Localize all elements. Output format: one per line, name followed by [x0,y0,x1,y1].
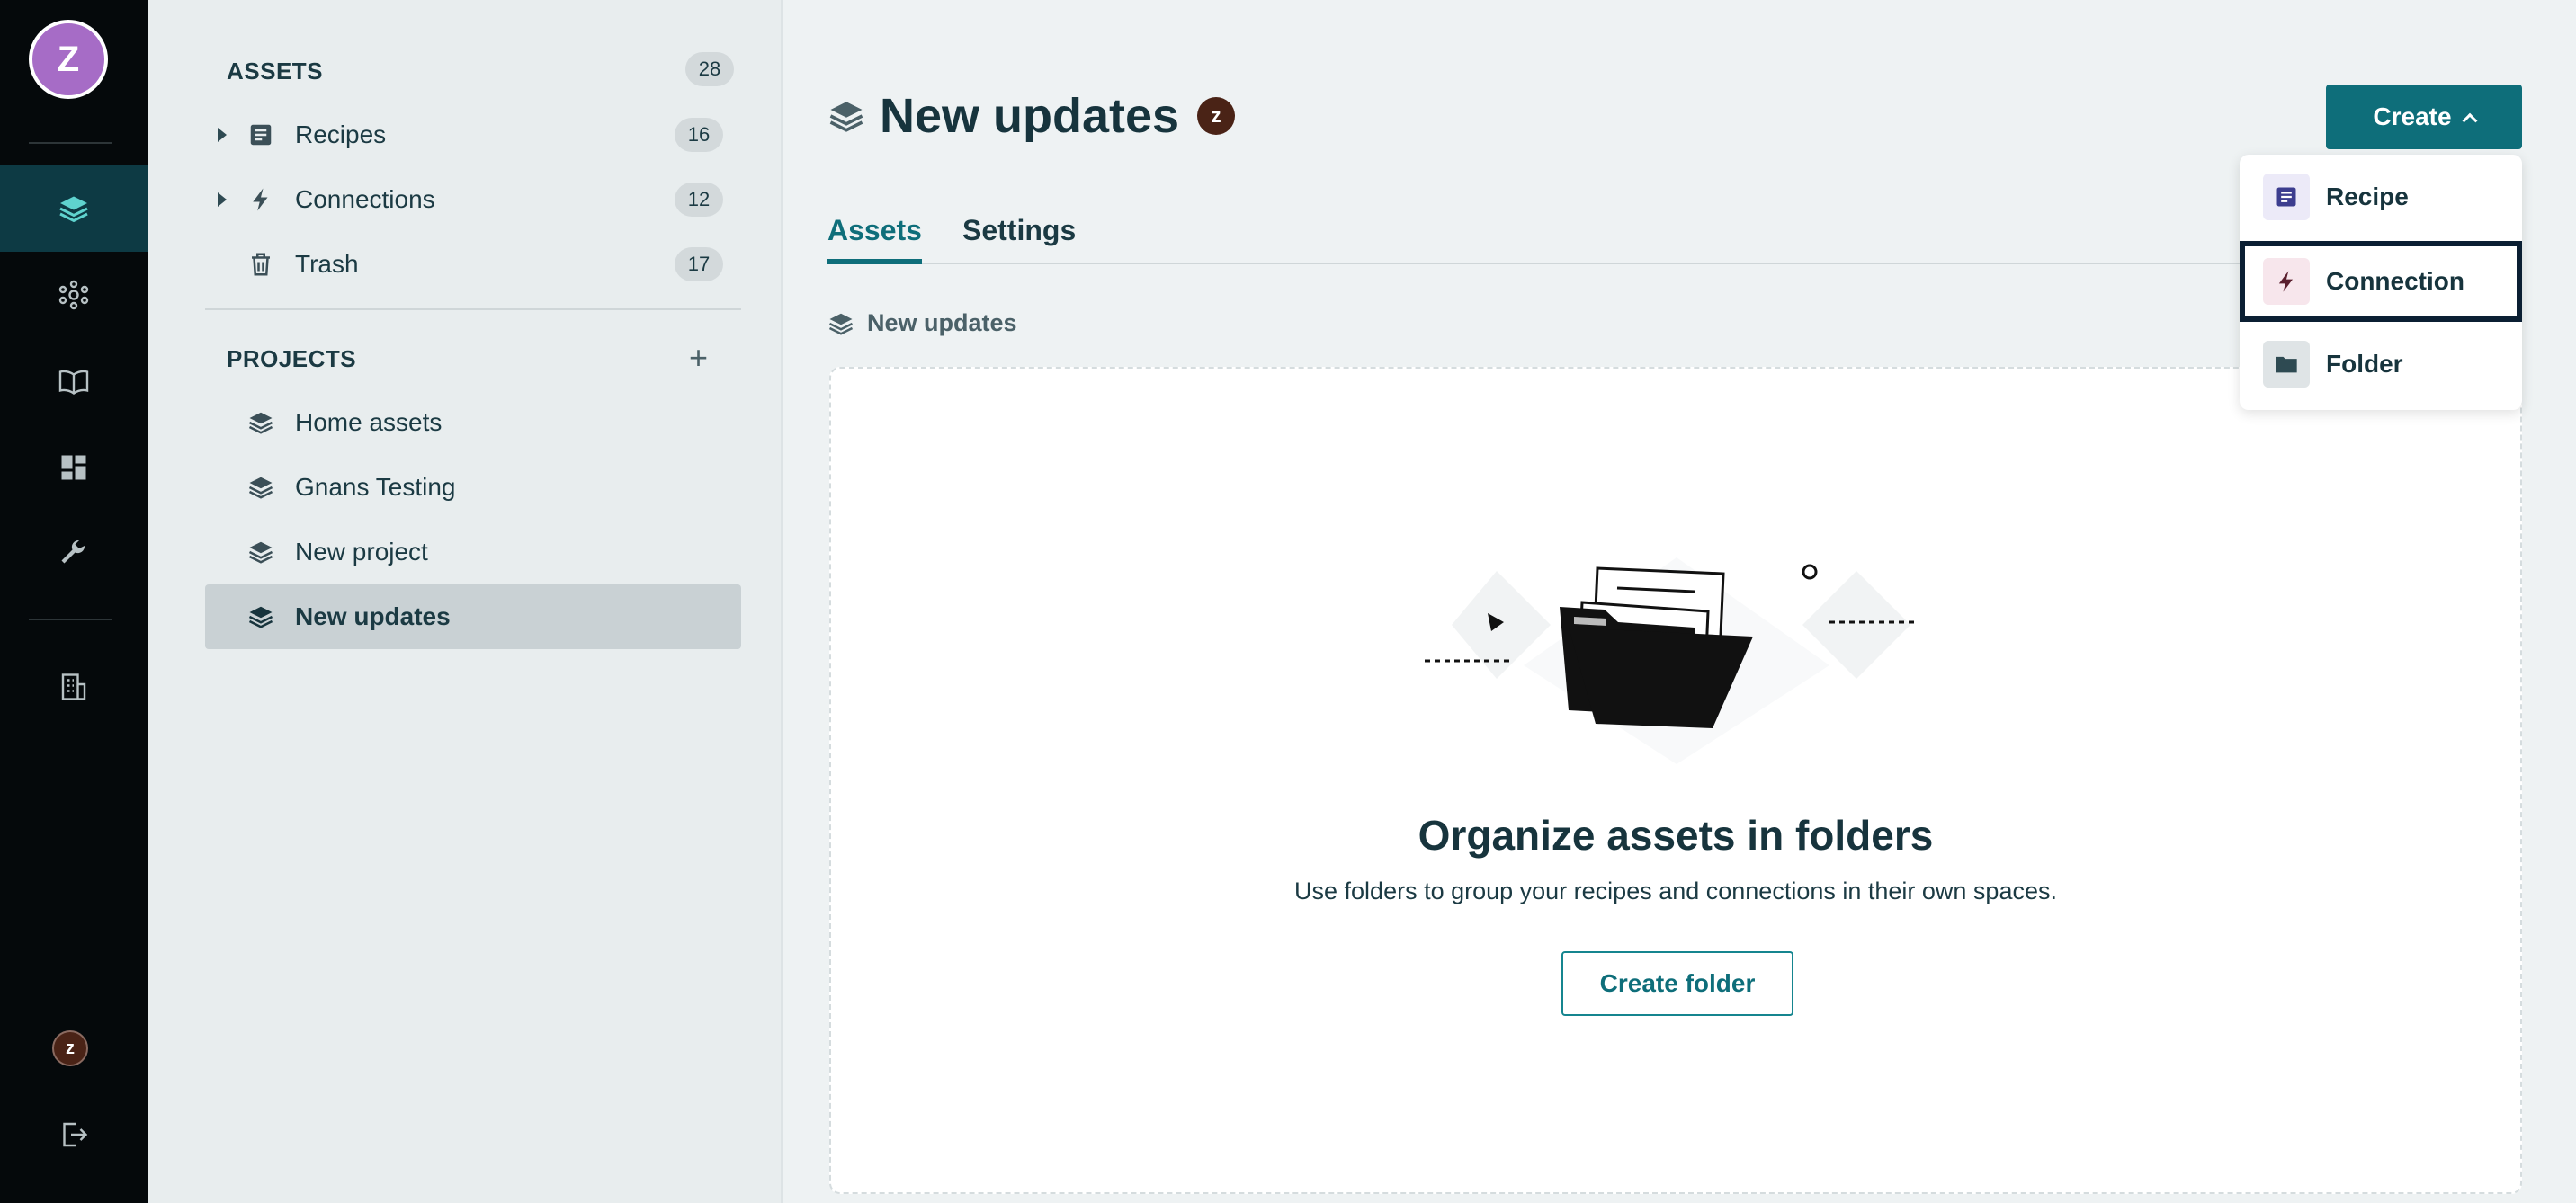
menu-item-label: Folder [2326,350,2403,378]
empty-state-card: Organize assets in folders Use folders t… [829,367,2522,1194]
sidebar-project-new-project[interactable]: New project [205,520,741,584]
projects-heading: PROJECTS [227,345,357,372]
count-badge: 16 [675,118,723,152]
add-project-button[interactable]: + [689,342,708,374]
chevron-up-icon [2462,112,2478,129]
recipe-icon [246,120,275,149]
recipe-icon [2263,174,2310,220]
rail-divider [29,142,112,144]
tab-settings[interactable]: Settings [962,214,1076,264]
tab-bar: Assets Settings [827,209,2267,264]
owner-avatar[interactable]: z [1197,97,1236,135]
trash-icon [246,250,275,279]
rail-admin-button[interactable] [0,644,148,730]
user-avatar[interactable]: z [52,1030,88,1066]
building-icon [61,673,86,700]
layers-icon [246,473,275,502]
rail-dashboard-button[interactable] [0,424,148,511]
sidebar-project-gnans-testing[interactable]: Gnans Testing [205,455,741,520]
book-icon [58,370,89,395]
create-dropdown-menu: Recipe Connection Folder [2240,155,2522,410]
hub-icon [58,280,89,310]
page-title: New updates [880,89,1180,143]
sidebar-item-label: Recipes [295,120,387,148]
layers-icon [829,102,863,132]
breadcrumb: New updates [827,309,1017,337]
workspace-avatar[interactable]: Z [29,20,108,99]
menu-item-connection[interactable]: Connection [2240,241,2522,322]
tab-assets[interactable]: Assets [827,214,922,264]
count-badge: 17 [675,247,723,281]
assets-heading: ASSETS [227,58,324,85]
sidebar-divider [205,308,741,310]
rail-projects-button[interactable] [0,165,148,252]
sidebar-item-label: Trash [295,250,359,278]
rail-hub-button[interactable] [0,252,148,338]
create-button[interactable]: Create [2326,85,2522,149]
create-folder-button[interactable]: Create folder [1561,951,1793,1016]
layers-icon [246,408,275,437]
layers-icon [828,313,854,335]
sidebar-item-label: Connections [295,185,435,213]
breadcrumb-item[interactable]: New updates [867,309,1017,337]
empty-state-title: Organize assets in folders [1418,812,1934,859]
sidebar-item-label: New project [295,538,428,566]
menu-item-label: Recipe [2326,183,2409,210]
layers-icon [246,538,275,566]
rail-divider [29,619,112,620]
logout-icon [63,1122,88,1147]
left-rail: Z z [0,0,148,1203]
sidebar-item-connections[interactable]: Connections 12 [205,167,741,232]
count-badge: 12 [675,183,723,217]
page-header: New updates z [827,88,1236,144]
expand-caret-icon[interactable] [218,192,227,207]
sidebar-project-home-assets[interactable]: Home assets [205,390,741,455]
folder-illustration-icon [1425,557,1919,764]
menu-item-folder[interactable]: Folder [2240,324,2522,405]
menu-item-label: Connection [2326,267,2464,295]
sidebar-item-trash[interactable]: Trash 17 [205,232,741,297]
empty-state-description: Use folders to group your recipes and co… [1294,878,2057,904]
logout-button[interactable] [0,1092,148,1178]
sidebar-item-label: Home assets [295,408,443,436]
sidebar-item-recipes[interactable]: Recipes 16 [205,102,741,167]
rail-tools-button[interactable] [0,511,148,597]
expand-caret-icon[interactable] [218,128,227,142]
folder-icon [2263,341,2310,388]
layers-icon [246,602,275,631]
bolt-icon [246,185,275,214]
sidebar-item-label: Gnans Testing [295,473,456,501]
sidebar-project-new-updates[interactable]: New updates [205,584,741,649]
assets-count-badge: 28 [685,52,734,86]
menu-item-recipe[interactable]: Recipe [2240,156,2522,237]
sidebar-item-label: New updates [295,602,451,630]
wrench-icon [61,539,85,564]
bolt-icon [2263,258,2310,305]
assets-sidebar: ASSETS 28 Recipes 16 Connections 12 Tras… [148,0,783,1203]
create-button-label: Create [2373,102,2452,130]
rail-docs-button[interactable] [0,338,148,424]
layers-icon [59,196,88,223]
dashboard-icon [61,455,86,480]
